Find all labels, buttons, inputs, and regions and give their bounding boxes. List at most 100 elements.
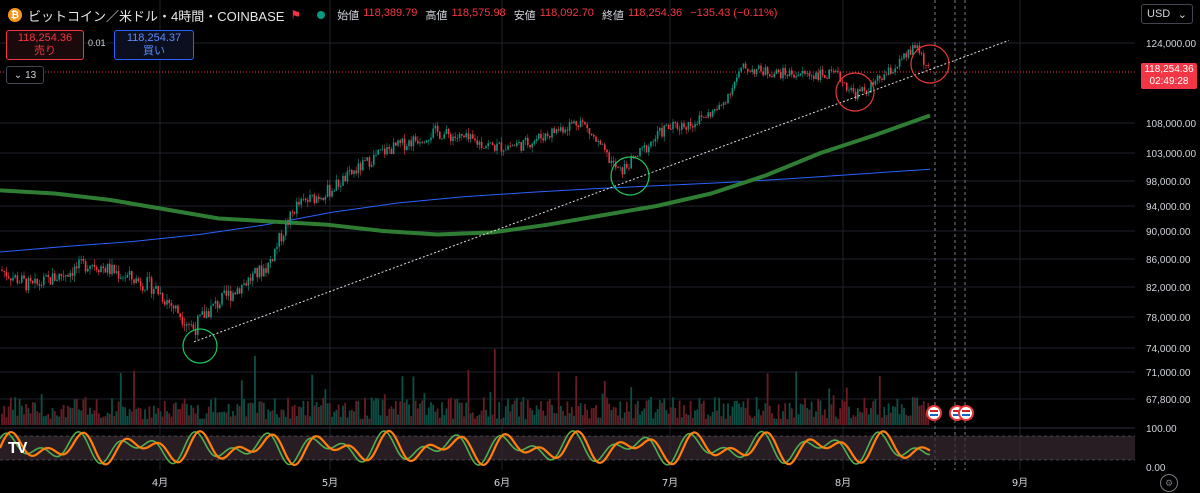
candle bbox=[249, 277, 252, 281]
candle bbox=[40, 285, 43, 287]
volume-bar bbox=[535, 405, 538, 425]
volume-bar bbox=[284, 416, 287, 425]
volume-bar bbox=[801, 404, 804, 425]
candle bbox=[535, 138, 538, 141]
candle bbox=[661, 127, 663, 137]
candle bbox=[780, 71, 782, 79]
volume-bar bbox=[878, 375, 881, 425]
candle bbox=[73, 266, 76, 276]
volume-bar bbox=[190, 405, 193, 425]
candle bbox=[117, 271, 120, 279]
volume-bar bbox=[56, 415, 58, 425]
volume-bar bbox=[45, 415, 47, 425]
volume-bar bbox=[12, 409, 14, 425]
volume-bar bbox=[205, 413, 208, 425]
volume-bar bbox=[144, 409, 146, 425]
candle bbox=[634, 156, 637, 157]
candle bbox=[276, 246, 278, 249]
volume-bar bbox=[106, 412, 109, 425]
volume-bar bbox=[504, 406, 507, 425]
candle bbox=[555, 129, 558, 134]
candle bbox=[243, 283, 245, 285]
candle bbox=[736, 77, 738, 82]
volume-bar bbox=[848, 406, 850, 425]
volume-bar bbox=[911, 397, 914, 425]
buy-button[interactable]: 118,254.37 買い bbox=[114, 30, 194, 60]
candle bbox=[203, 311, 206, 318]
candle bbox=[826, 77, 828, 79]
candle bbox=[390, 149, 393, 155]
candle bbox=[885, 74, 888, 76]
candle bbox=[412, 136, 415, 147]
volume-bar bbox=[342, 405, 344, 425]
volume-bar bbox=[282, 409, 285, 425]
volume-bar bbox=[69, 407, 72, 425]
candle bbox=[401, 138, 404, 143]
candle bbox=[511, 145, 514, 147]
candle bbox=[199, 314, 201, 316]
volume-bar bbox=[700, 403, 703, 425]
volume-bar bbox=[93, 410, 96, 425]
candle bbox=[489, 142, 492, 144]
sell-button[interactable]: 118,254.36 売り bbox=[6, 30, 84, 60]
volume-bar bbox=[174, 402, 177, 425]
candle bbox=[549, 135, 551, 138]
candle bbox=[366, 157, 368, 161]
price-axis-label: 82,000.00 bbox=[1146, 283, 1191, 294]
candle bbox=[639, 148, 641, 157]
candle bbox=[27, 277, 30, 291]
candle bbox=[397, 140, 399, 146]
candle bbox=[601, 144, 604, 146]
volume-bar bbox=[31, 402, 34, 425]
candle bbox=[98, 269, 100, 273]
candle bbox=[450, 134, 452, 142]
candle bbox=[368, 157, 371, 167]
volume-bar bbox=[482, 397, 485, 425]
symbol-title[interactable]: ビットコイン／米ドル・4時間・COINBASE bbox=[28, 6, 284, 25]
volume-bar bbox=[271, 410, 274, 425]
volume-bar bbox=[447, 398, 450, 425]
candle bbox=[373, 154, 375, 165]
candle bbox=[518, 141, 520, 144]
candle bbox=[144, 289, 146, 291]
candle bbox=[386, 147, 388, 155]
candle bbox=[370, 164, 373, 167]
gear-icon[interactable]: ⚙ bbox=[1160, 474, 1178, 492]
volume-bar bbox=[370, 397, 373, 425]
volume-bar bbox=[724, 418, 727, 425]
candle bbox=[835, 70, 837, 72]
candle bbox=[1, 269, 3, 271]
volume-bar bbox=[876, 414, 879, 425]
candle bbox=[258, 265, 261, 278]
volume-bar bbox=[718, 397, 721, 425]
candle bbox=[892, 72, 894, 74]
candle bbox=[161, 292, 164, 302]
volume-bar bbox=[36, 411, 39, 425]
candle bbox=[799, 73, 802, 76]
volume-bar bbox=[427, 407, 430, 425]
candle bbox=[89, 265, 91, 269]
candle bbox=[854, 91, 857, 99]
volume-bar bbox=[232, 411, 234, 425]
candle bbox=[769, 74, 771, 77]
volume-bar bbox=[795, 371, 798, 425]
volume-bar bbox=[575, 376, 578, 425]
volume-bar bbox=[735, 400, 738, 425]
candle bbox=[381, 148, 384, 150]
volume-bar bbox=[306, 401, 309, 425]
candle bbox=[82, 259, 85, 262]
candle bbox=[786, 74, 789, 77]
volume-bar bbox=[80, 410, 83, 425]
indicators-toggle[interactable]: ⌄ 13 bbox=[6, 66, 44, 84]
volume-bar bbox=[60, 409, 63, 425]
volume-bar bbox=[207, 406, 210, 425]
volume-bar bbox=[78, 409, 80, 425]
flag-icon[interactable]: ⚑ bbox=[290, 8, 301, 22]
price-chart[interactable]: 124,000.00 108,000.00 103,000.00 98,000.00 9… bbox=[0, 0, 1200, 493]
volume-bar bbox=[249, 402, 252, 425]
candle bbox=[115, 271, 118, 274]
volume-bar bbox=[907, 415, 910, 425]
candle bbox=[850, 87, 852, 90]
candle bbox=[311, 194, 313, 196]
currency-select[interactable]: USD ⌄ bbox=[1141, 4, 1193, 24]
